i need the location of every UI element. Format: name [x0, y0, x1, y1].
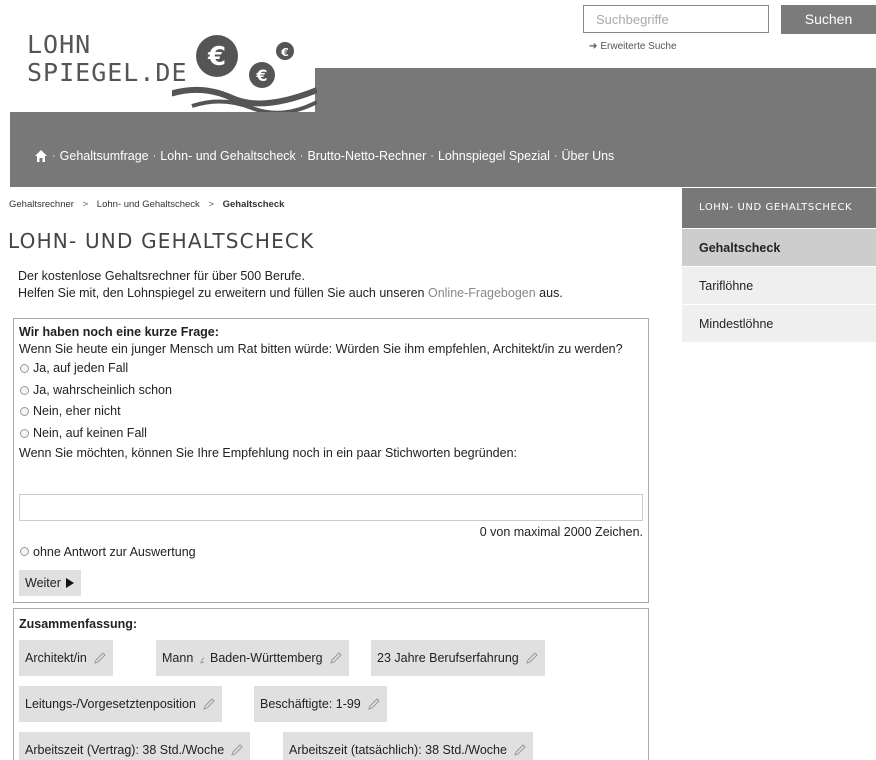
option-nein-auf-keinen-fall[interactable]: Nein, auf keinen Fall	[19, 423, 643, 445]
intro-line-2: Helfen Sie mit, den Lohnspiegel zu erwei…	[18, 285, 563, 302]
chip-label: Baden-Württemberg	[210, 651, 323, 665]
nav-separator: ·	[52, 150, 56, 162]
chip-label: Arbeitszeit (tatsächlich): 38 Std./Woche	[289, 743, 507, 757]
pencil-icon	[514, 744, 526, 756]
logo-text: LOHN SPIEGEL.DE	[27, 31, 188, 87]
summary-chip-bundesland[interactable]: Baden-Württemberg	[204, 640, 349, 676]
chevron-right-icon: >	[208, 199, 214, 210]
option-nein-eher-nicht[interactable]: Nein, eher nicht	[19, 401, 643, 423]
pencil-icon	[94, 652, 106, 664]
sidebar: LOHN- UND GEHALTSCHECK Gehaltscheck Tari…	[682, 188, 876, 342]
option-label: Ja, auf jeden Fall	[33, 361, 129, 376]
summary-title: Zusammenfassung:	[19, 617, 138, 631]
option-ja-wahrscheinlich-schon[interactable]: Ja, wahrscheinlich schon	[19, 380, 643, 402]
advanced-search-label: Erweiterte Suche	[600, 41, 677, 52]
option-label: Nein, eher nicht	[33, 404, 121, 419]
sidebar-heading: LOHN- UND GEHALTSCHECK	[682, 188, 876, 228]
reason-textarea[interactable]	[19, 494, 643, 521]
page-title: LOHN- UND GEHALTSCHECK	[8, 229, 315, 253]
intro-line-2-pre: Helfen Sie mit, den Lohnspiegel zu erwei…	[18, 286, 428, 300]
breadcrumb-item-lohn-und-gehaltscheck[interactable]: Lohn- und Gehaltscheck	[97, 199, 200, 210]
pencil-icon	[203, 698, 215, 710]
summary-chip-arbeitszeit-vertrag[interactable]: Arbeitszeit (Vertrag): 38 Std./Woche	[19, 732, 251, 760]
summary-chip-beschaeftigte[interactable]: Beschäftigte: 1-99	[254, 686, 387, 722]
chevron-right-icon: >	[82, 199, 89, 210]
radio-button[interactable]	[20, 547, 29, 556]
nav-separator: ·	[553, 150, 558, 162]
svg-text:€: €	[207, 42, 226, 72]
play-arrow-icon	[65, 578, 74, 588]
nav-item-brutto-netto-rechner[interactable]: Brutto-Netto-Rechner	[307, 149, 426, 163]
radio-button[interactable]	[20, 364, 29, 374]
nav-item-ueber-uns[interactable]: Über Uns	[562, 149, 615, 163]
pencil-icon	[329, 652, 342, 664]
question-box: Wir haben noch eine kurze Frage: Wenn Si…	[13, 318, 649, 603]
nav-item-lohn-und-gehaltscheck[interactable]: Lohn- und Gehaltscheck	[160, 149, 296, 163]
radio-button[interactable]	[20, 428, 29, 438]
arrow-right-icon: ➔	[589, 41, 598, 52]
char-count: 0 von maximal 2000 Zeichen.	[479, 525, 643, 539]
online-fragebogen-link[interactable]: Online-Fragebogen	[428, 286, 536, 300]
nav-item-gehaltsumfrage[interactable]: Gehaltsumfrage	[60, 149, 149, 163]
breadcrumb-item-gehaltsrechner[interactable]: Gehaltsrechner	[9, 199, 74, 210]
nav-separator: ·	[430, 150, 434, 162]
chip-label: Mann	[162, 651, 194, 665]
sidebar-item-gehaltscheck[interactable]: Gehaltscheck	[682, 228, 876, 266]
logo-line-2: SPIEGEL.DE	[27, 58, 188, 87]
sidebar-item-tarifloehne[interactable]: Tariflöhne	[682, 266, 876, 304]
search-button[interactable]: Suchen	[781, 5, 876, 34]
option-ja-auf-jeden-fall[interactable]: Ja, auf jeden Fall	[19, 358, 643, 380]
reason-prompt: Wenn Sie möchten, können Sie Ihre Empfeh…	[19, 446, 518, 460]
sidebar-item-mindestloehne[interactable]: Mindestlöhne	[682, 304, 876, 342]
chip-label: 23 Jahre Berufserfahrung	[377, 651, 519, 665]
nav-separator: ·	[299, 150, 304, 162]
option-no-answer[interactable]: ohne Antwort zur Auswertung	[19, 543, 196, 560]
breadcrumb-item-current: Gehaltscheck	[222, 199, 285, 210]
logo-line-1: LOHN	[27, 30, 92, 59]
option-label: ohne Antwort zur Auswertung	[33, 544, 196, 559]
pencil-icon	[367, 698, 380, 710]
chip-label: Beschäftigte: 1-99	[260, 697, 361, 711]
weiter-label: Weiter	[25, 576, 61, 590]
pencil-icon	[231, 744, 243, 756]
intro-text: Der kostenlose Gehaltsrechner für über 5…	[18, 268, 563, 302]
option-label: Ja, wahrscheinlich schon	[33, 382, 172, 397]
radio-button[interactable]	[20, 385, 29, 395]
intro-line-2-post: aus.	[535, 286, 563, 300]
svg-text:€: €	[280, 46, 289, 59]
summary-chip-beruf[interactable]: Architekt/in	[19, 640, 113, 676]
summary-chip-berufserfahrung[interactable]: 23 Jahre Berufserfahrung	[371, 640, 545, 676]
svg-text:€: €	[255, 66, 267, 85]
intro-line-1: Der kostenlose Gehaltsrechner für über 5…	[18, 269, 305, 283]
euro-coins-icon: € € €	[172, 35, 317, 112]
search-input[interactable]	[583, 5, 769, 33]
radio-button[interactable]	[20, 407, 29, 417]
question-title: Wir haben noch eine kurze Frage:	[19, 325, 219, 339]
summary-box: Zusammenfassung: Architekt/in Mann Baden…	[13, 608, 649, 760]
chip-label: Architekt/in	[25, 651, 87, 665]
advanced-search-link[interactable]: ➔ Erweiterte Suche	[589, 41, 677, 52]
breadcrumb: Gehaltsrechner > Lohn- und Gehaltscheck …	[9, 199, 284, 210]
chip-label: Leitungs-/Vorgesetztenposition	[25, 697, 196, 711]
chip-label: Arbeitszeit (Vertrag): 38 Std./Woche	[25, 743, 225, 757]
nav-item-lohnspiegel-spezial[interactable]: Lohnspiegel Spezial	[438, 149, 550, 163]
main-nav: · Gehaltsumfrage · Lohn- und Gehaltschec…	[34, 149, 614, 163]
nav-separator: ·	[152, 150, 157, 162]
summary-chip-position[interactable]: Leitungs-/Vorgesetztenposition	[19, 686, 222, 722]
pencil-icon	[525, 652, 538, 664]
summary-chip-arbeitszeit-tatsaechlich[interactable]: Arbeitszeit (tatsächlich): 38 Std./Woche	[283, 732, 533, 760]
question-text: Wenn Sie heute ein junger Mensch um Rat …	[19, 342, 623, 356]
home-icon[interactable]	[34, 149, 48, 163]
option-label: Nein, auf keinen Fall	[33, 425, 147, 440]
weiter-button[interactable]: Weiter	[19, 570, 81, 596]
